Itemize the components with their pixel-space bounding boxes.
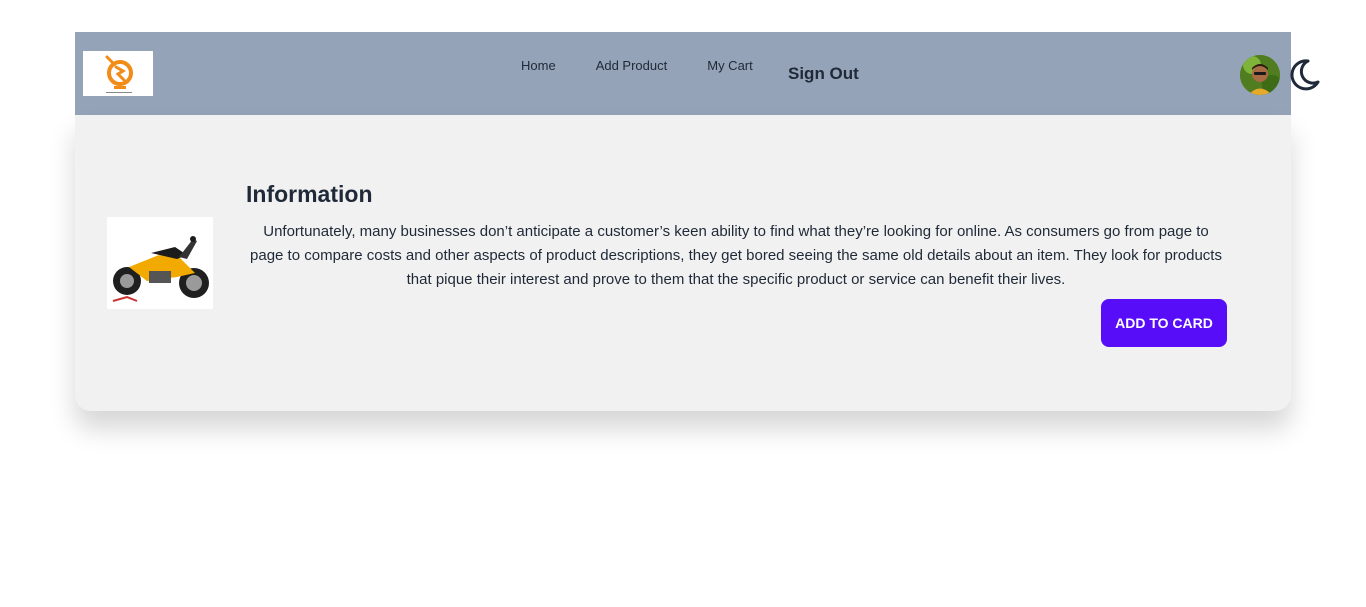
nav-link-add-product[interactable]: Add Product	[576, 58, 688, 73]
navbar: Home Add Product My Cart Sign Out	[75, 32, 1291, 115]
card-title: Information	[246, 181, 373, 207]
theme-toggle-icon	[1290, 59, 1320, 91]
moon-icon[interactable]	[1284, 56, 1322, 94]
avatar-image	[1240, 55, 1280, 95]
nav-links: Home Add Product My Cart	[501, 58, 773, 73]
user-avatar[interactable]	[1240, 55, 1280, 95]
sign-out-button[interactable]: Sign Out	[788, 64, 859, 84]
nav-link-home[interactable]: Home	[501, 58, 576, 73]
card-description: Unfortunately, many businesses don’t ant…	[250, 223, 1222, 288]
motorcycle-image	[107, 217, 213, 309]
add-to-card-button[interactable]: ADD TO CARD	[1101, 299, 1227, 347]
nav-link-my-cart[interactable]: My Cart	[687, 58, 773, 73]
product-card: Information Unfortunately, many business…	[75, 115, 1291, 411]
logo-icon	[105, 55, 133, 93]
brand-logo[interactable]	[83, 51, 153, 96]
motorcycle-icon	[107, 217, 213, 309]
